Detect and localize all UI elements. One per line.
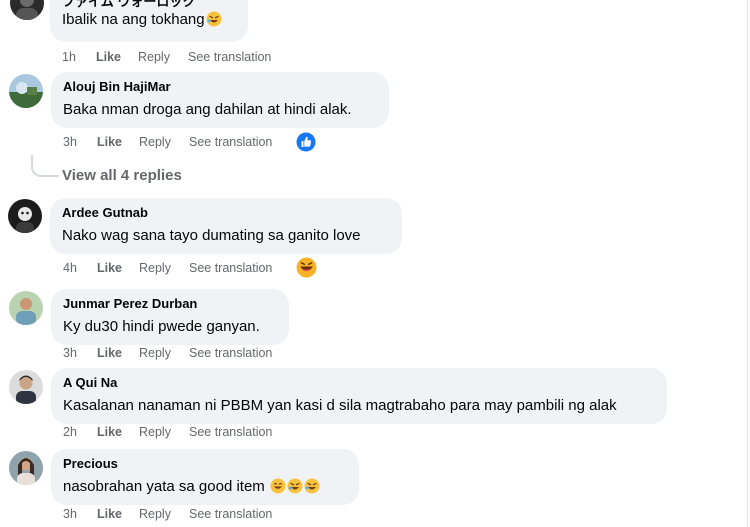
reply-button[interactable]: Reply <box>138 49 188 65</box>
comment-bubble: Ardee Gutnab Nako wag sana tayo dumating… <box>50 198 402 254</box>
avatar[interactable] <box>10 0 44 20</box>
see-translation-link[interactable]: See translation <box>189 260 272 276</box>
rolling-laughing-emoji-icon <box>287 478 303 500</box>
avatar[interactable] <box>9 370 43 404</box>
see-translation-link[interactable]: See translation <box>189 345 272 361</box>
avatar[interactable] <box>9 74 43 108</box>
comment-time[interactable]: 1h <box>62 49 96 65</box>
comment-bubble: Precious nasobrahan yata sa good item <box>51 449 359 505</box>
reply-button[interactable]: Reply <box>139 424 189 440</box>
comment-bubble: A Qui Na Kasalanan nanaman ni PBBM yan k… <box>51 368 667 424</box>
reply-button[interactable]: Reply <box>139 345 189 361</box>
commenter-name[interactable]: Alouj Bin HajiMar <box>63 79 377 95</box>
comment-time[interactable]: 4h <box>63 260 97 276</box>
scroll-edge <box>747 0 748 527</box>
comment-text: Nako wag sana tayo dumating sa ganito lo… <box>62 227 361 244</box>
comment-bubble: ファイム ウォーロック Ibalik na ang tokhang <box>50 0 248 42</box>
like-button[interactable]: Like <box>96 49 138 65</box>
comment-text: Ky du30 hindi pwede ganyan. <box>63 318 260 335</box>
comment-text-content: nasobrahan yata sa good item <box>63 478 265 495</box>
comment-actions: 4h Like Reply See translation <box>63 260 272 276</box>
see-translation-link[interactable]: See translation <box>188 49 271 65</box>
comment-time[interactable]: 3h <box>63 134 97 150</box>
commenter-name[interactable]: A Qui Na <box>63 375 655 391</box>
comment-text: nasobrahan yata sa good item <box>63 477 347 500</box>
haha-reaction-icon[interactable] <box>296 257 317 283</box>
like-button[interactable]: Like <box>97 424 139 440</box>
comment-actions: 3h Like Reply See translation <box>63 345 272 361</box>
reply-button[interactable]: Reply <box>139 134 189 150</box>
avatar[interactable] <box>9 291 43 325</box>
avatar[interactable] <box>9 451 43 485</box>
comment-bubble: Junmar Perez Durban Ky du30 hindi pwede … <box>51 289 289 345</box>
see-translation-link[interactable]: See translation <box>189 134 272 150</box>
avatar[interactable] <box>8 199 42 233</box>
reply-button[interactable]: Reply <box>139 506 189 522</box>
commenter-name[interactable]: Precious <box>63 456 347 472</box>
comment-text: Ibalik na ang tokhang <box>62 10 236 33</box>
like-button[interactable]: Like <box>97 134 139 150</box>
reply-button[interactable]: Reply <box>139 260 189 276</box>
like-button[interactable]: Like <box>97 506 139 522</box>
comment-text: Kasalanan nanaman ni PBBM yan kasi d sil… <box>63 397 617 414</box>
comment-actions: 1h Like Reply See translation <box>62 49 271 65</box>
comment-actions: 3h Like Reply See translation <box>63 506 272 522</box>
comment-time[interactable]: 3h <box>63 345 97 361</box>
comment-actions: 3h Like Reply See translation <box>63 134 272 150</box>
like-button[interactable]: Like <box>97 345 139 361</box>
comment-bubble: Alouj Bin HajiMar Baka nman droga ang da… <box>51 72 389 128</box>
comment-text: Baka nman droga ang dahilan at hindi ala… <box>63 101 352 118</box>
see-translation-link[interactable]: See translation <box>189 506 272 522</box>
commenter-name[interactable]: Junmar Perez Durban <box>63 296 277 312</box>
comment-actions: 2h Like Reply See translation <box>63 424 272 440</box>
commenter-name[interactable]: Ardee Gutnab <box>62 205 390 221</box>
like-reaction-icon[interactable] <box>296 132 316 157</box>
like-button[interactable]: Like <box>97 260 139 276</box>
comment-time[interactable]: 2h <box>63 424 97 440</box>
commenter-name[interactable]: ファイム ウォーロック <box>62 0 236 10</box>
see-translation-link[interactable]: See translation <box>189 424 272 440</box>
reply-thread-line <box>31 155 59 177</box>
rolling-laughing-emoji-icon <box>304 478 320 500</box>
view-all-replies-link[interactable]: View all 4 replies <box>62 167 182 184</box>
comment-text-content: Ibalik na ang tokhang <box>62 11 205 28</box>
comment-time[interactable]: 3h <box>63 506 97 522</box>
rolling-laughing-emoji-icon <box>206 11 222 33</box>
smiling-emoji-icon <box>270 478 286 500</box>
